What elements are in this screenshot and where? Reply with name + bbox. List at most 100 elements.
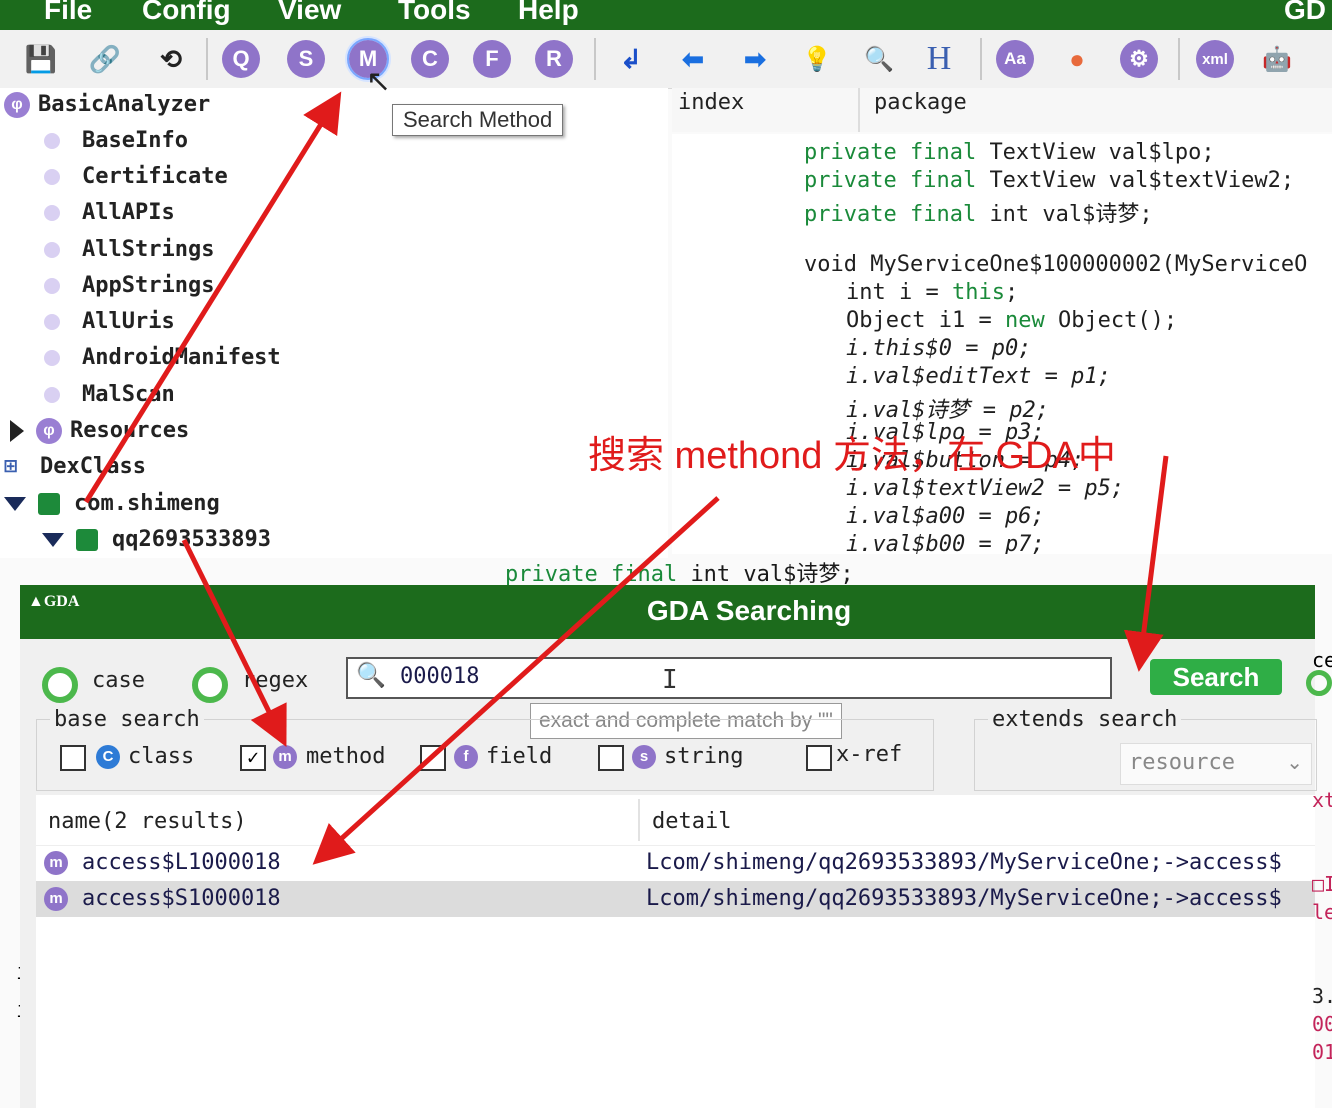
code-line: i.this$0 = p0; bbox=[846, 336, 1032, 361]
save-icon[interactable]: 💾 bbox=[22, 40, 60, 78]
method-icon: m bbox=[44, 851, 68, 875]
xref-checkbox[interactable] bbox=[806, 745, 832, 771]
menu-tools[interactable]: Tools bbox=[398, 0, 471, 26]
collapse-icon[interactable] bbox=[42, 533, 64, 547]
back-icon[interactable]: ⬅ bbox=[674, 40, 712, 78]
xref-label: x-ref bbox=[836, 742, 903, 767]
edge-text: xt bbox=[1312, 788, 1332, 812]
result-name: access$L1000018 bbox=[82, 850, 281, 875]
hex-icon[interactable]: H bbox=[920, 40, 958, 78]
regex-radio[interactable] bbox=[192, 667, 228, 703]
code-line: i.val$a00 = p6; bbox=[846, 504, 1045, 529]
bullet-icon bbox=[44, 133, 60, 149]
app-title: GD bbox=[1284, 0, 1326, 25]
column-index[interactable]: index bbox=[678, 90, 744, 115]
report-icon[interactable]: 🔍 bbox=[860, 40, 898, 78]
case-radio[interactable] bbox=[42, 667, 78, 703]
extends-select[interactable]: resource ⌄ bbox=[1120, 743, 1312, 785]
bullet-icon bbox=[44, 314, 60, 330]
search-string-icon[interactable]: S bbox=[287, 40, 325, 78]
collapse-icon[interactable] bbox=[4, 497, 26, 511]
search-q-icon[interactable]: Q bbox=[222, 40, 260, 78]
tree-item-allstrings[interactable]: AllStrings bbox=[44, 237, 214, 262]
result-name: access$S1000018 bbox=[82, 886, 281, 911]
dialog-titlebar[interactable]: ▲GDA GDA Searching bbox=[20, 585, 1315, 639]
xml-icon[interactable]: xml bbox=[1196, 40, 1234, 78]
code-line: int i = this; bbox=[846, 280, 1019, 305]
palette-icon[interactable]: ● bbox=[1058, 40, 1096, 78]
code-view[interactable]: private final TextView val$lpo; private … bbox=[672, 134, 1332, 554]
tree-item-androidmanifest[interactable]: AndroidManifest bbox=[44, 345, 281, 370]
link-icon[interactable]: 🔗 bbox=[86, 40, 124, 78]
column-divider bbox=[858, 88, 860, 132]
menu-view[interactable]: View bbox=[278, 0, 341, 26]
search-button[interactable]: Search bbox=[1150, 659, 1282, 695]
bullet-icon bbox=[44, 278, 60, 294]
class-checkbox[interactable] bbox=[60, 745, 86, 771]
tree-item-allapis[interactable]: AllAPIs bbox=[44, 200, 175, 225]
bullet-icon bbox=[44, 387, 60, 403]
bullet-icon bbox=[44, 205, 60, 221]
method-checkbox[interactable]: ✓ bbox=[240, 745, 266, 771]
code-line-overlap: private final int val$诗梦; bbox=[505, 562, 854, 587]
tree-item-basicanalyzer[interactable]: φ BasicAnalyzer bbox=[4, 92, 210, 118]
class-icon: C bbox=[96, 745, 120, 769]
tree-item-malscan[interactable]: MalScan bbox=[44, 382, 175, 407]
column-package[interactable]: package bbox=[874, 90, 967, 115]
toolbar: 💾 🔗 ⟲ Q S M C F R ↲ ⬅ ➡ 💡 🔍 H Aa ● ⚙ xml… bbox=[0, 30, 1332, 89]
menu-config[interactable]: Config bbox=[142, 0, 231, 26]
tree-item-appstrings[interactable]: AppStrings bbox=[44, 273, 214, 298]
radio-fragment bbox=[1306, 670, 1332, 696]
expand-icon[interactable] bbox=[10, 420, 24, 442]
search-input[interactable]: 🔍 000018 I bbox=[346, 657, 1112, 699]
toolbar-separator bbox=[594, 38, 596, 80]
analyzer-icon: φ bbox=[4, 92, 30, 118]
table-row[interactable]: m access$S1000018 Lcom/shimeng/qq2693533… bbox=[36, 881, 1315, 917]
toolbar-separator bbox=[1178, 38, 1180, 80]
tree-item-package-com-shimeng[interactable]: com.shimeng bbox=[4, 491, 220, 516]
search-method-tooltip: Search Method bbox=[392, 104, 564, 136]
tree-item-alluris[interactable]: AllUris bbox=[44, 309, 175, 334]
header-detail[interactable]: detail bbox=[652, 809, 731, 834]
edge-text: le bbox=[1312, 900, 1332, 924]
code-line: i.val$b00 = p7; bbox=[846, 532, 1045, 554]
method-icon: m bbox=[44, 887, 68, 911]
bulb-icon[interactable]: 💡 bbox=[798, 40, 836, 78]
chevron-down-icon: ⌄ bbox=[1286, 750, 1303, 774]
string-label: string bbox=[664, 744, 744, 769]
case-label: case bbox=[92, 668, 145, 693]
menu-help[interactable]: Help bbox=[518, 0, 579, 26]
tree-item-baseinfo[interactable]: BaseInfo bbox=[44, 128, 188, 153]
tree-item-certificate[interactable]: Certificate bbox=[44, 164, 228, 189]
search-resource-icon[interactable]: R bbox=[535, 40, 573, 78]
settings-icon[interactable]: ⚙ bbox=[1120, 40, 1158, 78]
forward-icon[interactable]: ➡ bbox=[736, 40, 774, 78]
annotation-text: 搜索 methond 方法，在 GDA中 bbox=[588, 435, 1116, 477]
font-icon[interactable]: Aa bbox=[996, 40, 1034, 78]
menubar: File Config View Tools Help GD bbox=[0, 0, 1332, 30]
string-checkbox[interactable] bbox=[598, 745, 624, 771]
string-icon: s bbox=[632, 745, 656, 769]
regex-label: regex bbox=[242, 668, 309, 693]
search-class-icon[interactable]: C bbox=[411, 40, 449, 78]
header-name[interactable]: name(2 results) bbox=[48, 809, 247, 834]
results-header: name(2 results) detail bbox=[36, 795, 1315, 846]
jump-icon[interactable]: ↲ bbox=[612, 40, 650, 78]
resources-icon: φ bbox=[36, 418, 62, 444]
toolbar-separator bbox=[980, 38, 982, 80]
hierarchy-icon: ⊞ bbox=[4, 454, 18, 479]
table-row[interactable]: m access$L1000018 Lcom/shimeng/qq2693533… bbox=[36, 845, 1315, 881]
tree-item-package-qq[interactable]: qq2693533893 bbox=[42, 527, 271, 552]
field-checkbox[interactable] bbox=[420, 745, 446, 771]
dialog-title: GDA Searching bbox=[646, 595, 852, 626]
user-refresh-icon[interactable]: ⟲ bbox=[152, 40, 190, 78]
tree-item-resources[interactable]: φ Resources bbox=[10, 418, 189, 444]
tree-item-dexclass[interactable]: ⊞ DexClass bbox=[4, 454, 146, 479]
code-line: i.val$textView2 = p5; bbox=[846, 476, 1125, 501]
class-label: class bbox=[128, 744, 195, 769]
android-icon[interactable]: 🤖 bbox=[1258, 40, 1296, 78]
search-field-icon[interactable]: F bbox=[473, 40, 511, 78]
method-icon: m bbox=[273, 745, 297, 769]
menu-file[interactable]: File bbox=[44, 0, 92, 26]
package-icon bbox=[38, 493, 60, 515]
